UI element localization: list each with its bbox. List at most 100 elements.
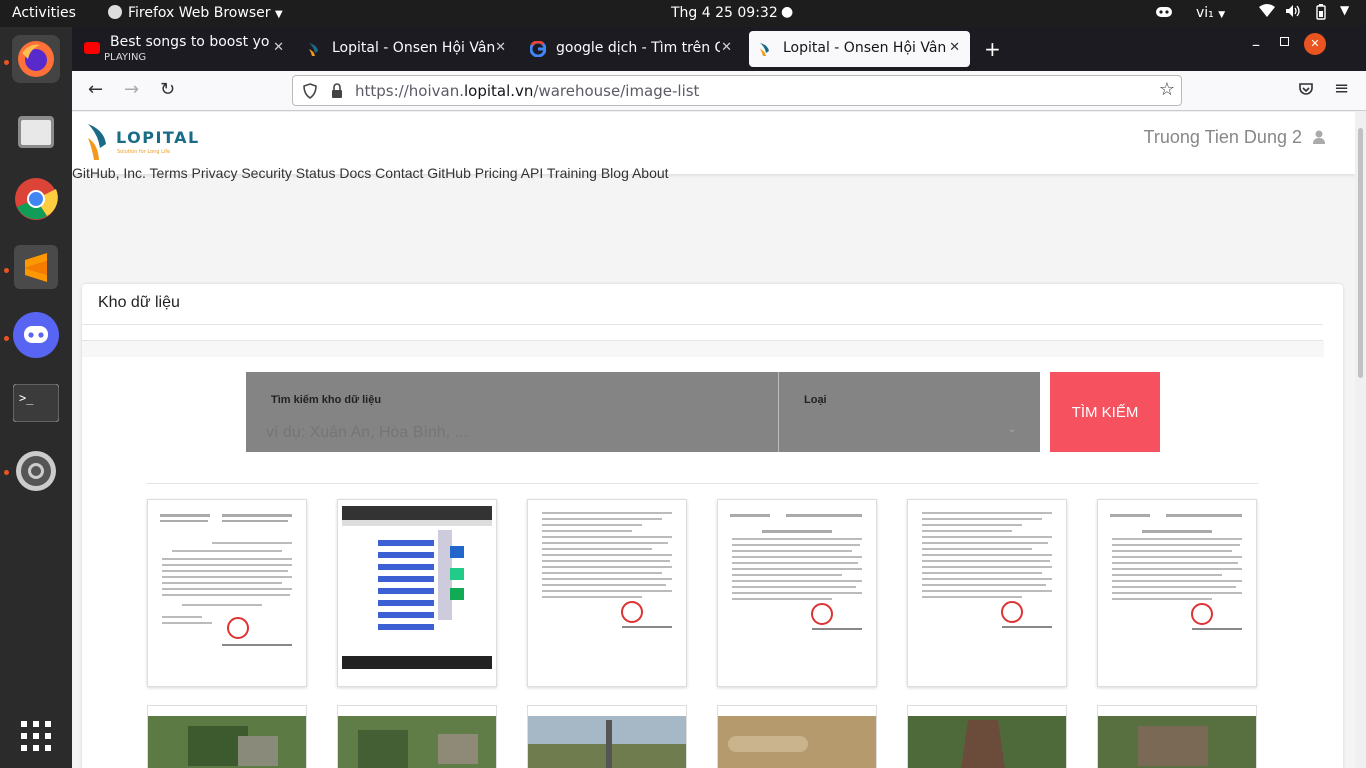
image-thumbnail[interactable] bbox=[907, 499, 1067, 687]
tab-lopital-active[interactable]: Lopital - Onsen Hội Vân ✕ bbox=[749, 31, 970, 67]
url-path: /warehouse/image-list bbox=[533, 82, 700, 100]
photo-thumbnail[interactable] bbox=[907, 705, 1067, 768]
tab-close-icon[interactable]: ✕ bbox=[949, 40, 960, 55]
type-label: Loại bbox=[804, 394, 827, 406]
search-form: Tìm kiếm kho dữ liệu Loại ⌄ bbox=[246, 372, 1040, 452]
pocket-icon[interactable] bbox=[1298, 81, 1314, 101]
photo-thumbnail[interactable] bbox=[337, 705, 497, 768]
type-select[interactable]: ⌄ bbox=[798, 412, 1028, 448]
dock: >_ bbox=[0, 27, 72, 768]
navigation-toolbar: ← → ↻ https://hoivan.lopital.vn/warehous… bbox=[72, 71, 1366, 111]
wifi-icon[interactable] bbox=[1259, 4, 1275, 22]
search-input[interactable] bbox=[266, 420, 766, 446]
terminal-icon[interactable]: >_ bbox=[12, 379, 60, 427]
image-thumbnail[interactable] bbox=[527, 499, 687, 687]
tab-title: Lopital - Onsen Hội Vân bbox=[332, 40, 496, 56]
page-content: LOPITAL Solution for Long Life Truong Ti… bbox=[72, 112, 1366, 768]
document-image-icon bbox=[1102, 506, 1252, 669]
sublime-icon[interactable] bbox=[12, 243, 60, 291]
lopital-favicon-icon bbox=[306, 41, 322, 57]
firefox-small-icon bbox=[108, 5, 122, 19]
svg-text:>_: >_ bbox=[19, 391, 34, 405]
document-image-icon bbox=[722, 506, 872, 669]
forward-button[interactable]: → bbox=[124, 79, 139, 100]
app-menu-label: Firefox Web Browser bbox=[128, 5, 271, 21]
maximize-window-button[interactable] bbox=[1280, 37, 1289, 46]
chrome-icon[interactable] bbox=[12, 175, 60, 223]
field-divider bbox=[778, 372, 779, 452]
reload-button[interactable]: ↻ bbox=[160, 79, 175, 100]
document-image-icon bbox=[532, 506, 682, 669]
image-thumbnail[interactable] bbox=[1097, 499, 1257, 687]
lock-icon[interactable] bbox=[331, 83, 343, 103]
activities-button[interactable]: Activities bbox=[12, 5, 76, 21]
battery-icon[interactable] bbox=[1315, 4, 1327, 24]
user-icon bbox=[1313, 128, 1325, 149]
tab-close-icon[interactable]: ✕ bbox=[273, 40, 284, 55]
photo-thumbnail[interactable] bbox=[147, 705, 307, 768]
lopital-logo-icon bbox=[88, 124, 106, 160]
back-button[interactable]: ← bbox=[88, 79, 103, 100]
firefox-icon[interactable] bbox=[12, 35, 60, 83]
shield-icon[interactable] bbox=[303, 83, 317, 103]
chevron-down-icon: ⌄ bbox=[1007, 424, 1016, 435]
page-scrollbar[interactable] bbox=[1355, 112, 1366, 768]
card-title: Kho dữ liệu bbox=[98, 294, 180, 311]
tab-title: google dịch - Tìm trên Go bbox=[556, 40, 720, 56]
running-indicator bbox=[4, 268, 9, 273]
scrollbar-thumb[interactable] bbox=[1358, 128, 1363, 378]
image-thumbnail[interactable] bbox=[147, 499, 307, 687]
url-bar[interactable]: https://hoivan.lopital.vn/warehouse/imag… bbox=[292, 75, 1182, 106]
image-thumbnail[interactable] bbox=[337, 499, 497, 687]
tab-youtube[interactable]: Best songs to boost your PLAYING ✕ bbox=[76, 31, 294, 67]
photo-thumbnail[interactable] bbox=[717, 705, 877, 768]
user-menu[interactable]: Truong Tien Dung 2 bbox=[1144, 127, 1325, 149]
youtube-icon bbox=[84, 42, 100, 54]
image-thumbnail[interactable] bbox=[717, 499, 877, 687]
tab-close-icon[interactable]: ✕ bbox=[495, 40, 506, 55]
caret-down-icon: ▼ bbox=[274, 9, 283, 20]
url-prefix: https://hoivan. bbox=[355, 82, 464, 100]
apps-grid-icon[interactable] bbox=[12, 712, 60, 760]
app-menu[interactable]: Firefox Web Browser ▼ bbox=[108, 5, 283, 21]
tab-title: Best songs to boost your bbox=[110, 34, 270, 50]
running-indicator bbox=[4, 336, 9, 341]
document-image-icon bbox=[152, 506, 302, 669]
logo-text: LOPITAL bbox=[116, 128, 200, 147]
google-icon bbox=[529, 40, 547, 58]
document-image-icon bbox=[912, 506, 1062, 669]
tab-playing-label: PLAYING bbox=[104, 52, 147, 63]
search-label: Tìm kiếm kho dữ liệu bbox=[271, 394, 382, 406]
settings-icon[interactable] bbox=[12, 447, 60, 495]
tab-google[interactable]: google dịch - Tìm trên Go ✕ bbox=[522, 31, 742, 67]
close-window-button[interactable]: ✕ bbox=[1304, 33, 1326, 55]
url-text: https://hoivan.lopital.vn/warehouse/imag… bbox=[355, 82, 699, 100]
system-menu-caret-icon[interactable]: ▼ bbox=[1340, 3, 1349, 17]
search-button[interactable]: TÌM KIẾM bbox=[1050, 372, 1160, 452]
photo-thumbnail[interactable] bbox=[1097, 705, 1257, 768]
divider bbox=[82, 324, 1323, 325]
tab-close-icon[interactable]: ✕ bbox=[721, 40, 732, 55]
input-language[interactable]: vi₁ ▼ bbox=[1196, 5, 1225, 21]
stray-footer-links: GitHub, Inc. Terms Privacy Security Stat… bbox=[72, 165, 669, 181]
running-indicator bbox=[4, 470, 9, 475]
lopital-favicon-icon bbox=[757, 41, 773, 57]
minimize-window-button[interactable]: – bbox=[1252, 35, 1260, 54]
tab-lopital-1[interactable]: Lopital - Onsen Hội Vân ✕ bbox=[298, 31, 516, 67]
discord-icon[interactable] bbox=[12, 311, 60, 359]
divider bbox=[146, 483, 1258, 484]
data-warehouse-card: Kho dữ liệu Tìm kiếm kho dữ liệu Loại ⌄ … bbox=[82, 284, 1343, 768]
new-tab-button[interactable]: + bbox=[984, 37, 1001, 61]
running-indicator bbox=[4, 60, 9, 65]
volume-icon[interactable] bbox=[1285, 4, 1301, 22]
files-icon[interactable] bbox=[12, 107, 60, 155]
photo-thumbnail[interactable] bbox=[527, 705, 687, 768]
discord-tray-icon[interactable] bbox=[1155, 5, 1173, 23]
tab-bar: Best songs to boost your PLAYING ✕ Lopit… bbox=[72, 27, 1366, 71]
input-language-label: vi₁ bbox=[1196, 5, 1214, 21]
clock[interactable]: Thg 4 25 09:32 bbox=[671, 5, 778, 21]
hamburger-menu-icon[interactable]: ≡ bbox=[1334, 78, 1349, 99]
system-top-bar: Activities Firefox Web Browser ▼ Thg 4 2… bbox=[0, 0, 1366, 27]
bookmark-star-icon[interactable]: ☆ bbox=[1159, 79, 1175, 100]
user-name: Truong Tien Dung 2 bbox=[1143, 127, 1302, 147]
